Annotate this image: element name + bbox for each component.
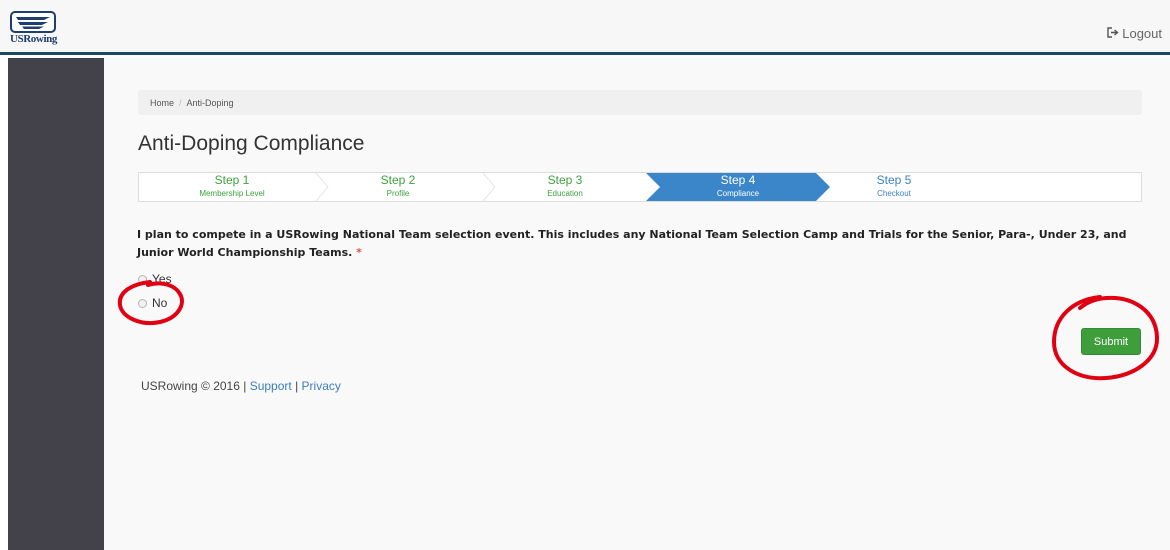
option-no[interactable]: No	[138, 296, 167, 310]
privacy-link[interactable]: Privacy	[302, 379, 341, 393]
breadcrumb-current: Anti-Doping	[186, 97, 234, 108]
breadcrumb: Home / Anti-Doping	[138, 90, 1142, 115]
step-5-title: Step 5	[876, 173, 912, 187]
step-5[interactable]: Step 5 Checkout	[814, 174, 974, 200]
footer: USRowing © 2016 | Support | Privacy	[141, 379, 341, 393]
logout-link[interactable]: Logout	[1107, 26, 1162, 41]
footer-copyright: USRowing © 2016 |	[141, 379, 247, 393]
step-1-title: Step 1	[214, 173, 250, 187]
option-yes[interactable]: Yes	[138, 272, 172, 286]
breadcrumb-home[interactable]: Home	[150, 98, 174, 108]
step-2[interactable]: Step 2 Profile	[318, 174, 478, 200]
step-3-title: Step 3	[547, 173, 583, 187]
footer-divider: |	[295, 379, 299, 393]
breadcrumb-separator: /	[179, 97, 182, 108]
usrowing-logo[interactable]: USRowing	[10, 11, 57, 45]
main-content: Home / Anti-Doping Anti-Doping Complianc…	[104, 58, 1170, 550]
step-2-title: Step 2	[380, 173, 416, 187]
step-1[interactable]: Step 1 Membership Level	[152, 174, 312, 200]
logout-label: Logout	[1122, 26, 1162, 41]
logout-icon	[1107, 26, 1119, 41]
support-link[interactable]: Support	[250, 379, 292, 393]
step-5-subtitle: Checkout	[877, 189, 911, 198]
step-4-subtitle: Compliance	[716, 189, 760, 198]
step-1-subtitle: Membership Level	[199, 189, 265, 198]
radio-yes[interactable]	[138, 274, 147, 284]
logo-emblem-icon	[10, 11, 56, 33]
top-bar: USRowing Logout	[0, 0, 1170, 55]
radio-no[interactable]	[138, 298, 147, 308]
required-marker: *	[356, 246, 362, 259]
step-4[interactable]: Step 4 Compliance	[658, 174, 818, 200]
page-title: Anti-Doping Compliance	[138, 132, 365, 155]
progress-steps: Step 1 Membership Level Step 2 Profile S…	[138, 172, 1142, 202]
step-4-title: Step 4	[720, 173, 756, 187]
question-text: I plan to compete in a USRowing National…	[137, 228, 1127, 259]
step-3[interactable]: Step 3 Education	[485, 174, 645, 200]
option-no-label: No	[152, 296, 168, 310]
step-3-subtitle: Education	[547, 189, 583, 198]
compliance-question: I plan to compete in a USRowing National…	[137, 226, 1137, 262]
submit-button[interactable]: Submit	[1081, 328, 1141, 355]
sidebar	[8, 58, 104, 550]
option-yes-label: Yes	[152, 272, 172, 286]
logo-wordmark: USRowing	[10, 33, 57, 45]
step-2-subtitle: Profile	[386, 189, 410, 198]
